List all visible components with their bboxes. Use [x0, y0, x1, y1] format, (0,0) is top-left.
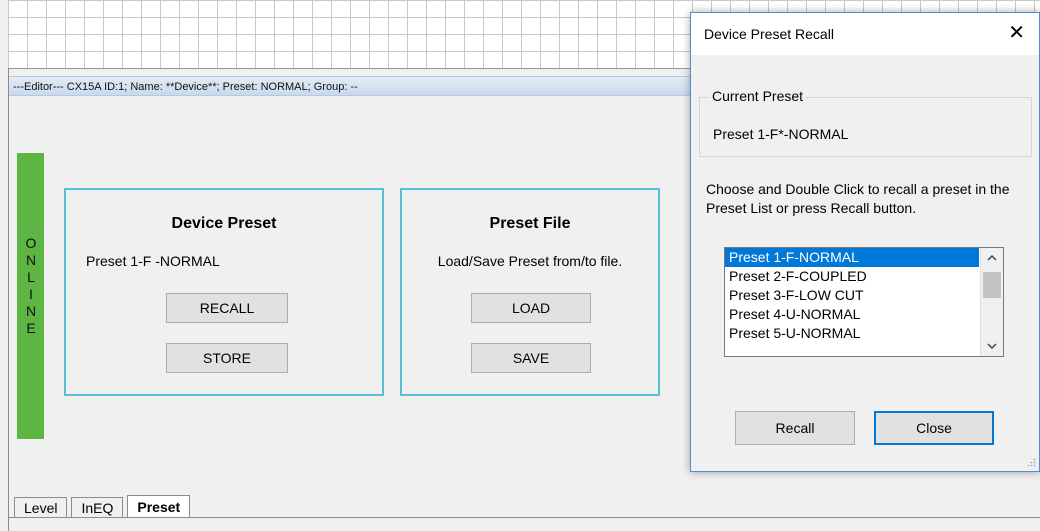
load-button[interactable]: LOAD: [471, 293, 591, 323]
chevron-down-icon[interactable]: [981, 339, 1003, 353]
device-preset-recall-dialog: Device Preset Recall ✕ Current Preset Pr…: [690, 12, 1040, 472]
list-scrollbar[interactable]: [980, 248, 1003, 356]
preset-file-panel: Preset File Load/Save Preset from/to fil…: [400, 188, 660, 396]
save-button[interactable]: SAVE: [471, 343, 591, 373]
online-label: ONLINE: [23, 235, 39, 337]
list-item[interactable]: Preset 4-U-NORMAL: [725, 305, 979, 324]
preset-file-description: Load/Save Preset from/to file.: [437, 253, 623, 269]
close-icon[interactable]: ✕: [1008, 21, 1025, 45]
current-preset-label: Current Preset: [709, 88, 807, 104]
dialog-close-button[interactable]: Close: [874, 411, 994, 445]
current-preset-value: Preset 1-F*-NORMAL: [713, 126, 849, 142]
list-item[interactable]: Preset 5-U-NORMAL: [725, 324, 979, 343]
window-border: [8, 68, 9, 531]
resize-grip-icon[interactable]: [1027, 458, 1036, 469]
device-preset-title: Device Preset: [171, 215, 277, 232]
instructions-text: Choose and Double Click to recall a pres…: [706, 181, 1010, 216]
list-item[interactable]: Preset 3-F-LOW CUT: [725, 286, 979, 305]
dialog-recall-button[interactable]: Recall: [735, 411, 855, 445]
scrollbar-thumb[interactable]: [983, 272, 1001, 298]
preset-file-title: Preset File: [489, 215, 571, 232]
list-item[interactable]: Preset 1-F-NORMAL: [725, 248, 979, 267]
chevron-up-icon[interactable]: [981, 251, 1003, 265]
current-preset-group: Current Preset Preset 1-F*-NORMAL: [699, 88, 1032, 157]
tab-preset[interactable]: Preset: [127, 495, 191, 517]
online-indicator: ONLINE: [17, 153, 44, 439]
device-preset-panel: Device Preset Preset 1-F -NORMAL RECALL …: [64, 188, 384, 396]
tab-ineq[interactable]: InEQ: [71, 497, 124, 517]
preset-list[interactable]: Preset 1-F-NORMAL Preset 2-F-COUPLED Pre…: [724, 247, 1004, 357]
device-preset-current: Preset 1-F -NORMAL: [86, 253, 220, 269]
list-item[interactable]: Preset 2-F-COUPLED: [725, 267, 979, 286]
tab-divider: [9, 517, 1040, 518]
tab-bar: Level InEQ Preset: [14, 495, 194, 517]
store-button[interactable]: STORE: [166, 343, 288, 373]
recall-button[interactable]: RECALL: [166, 293, 288, 323]
dialog-titlebar: Device Preset Recall ✕: [691, 13, 1039, 55]
tab-level[interactable]: Level: [14, 497, 68, 517]
dialog-title: Device Preset Recall: [704, 26, 834, 42]
